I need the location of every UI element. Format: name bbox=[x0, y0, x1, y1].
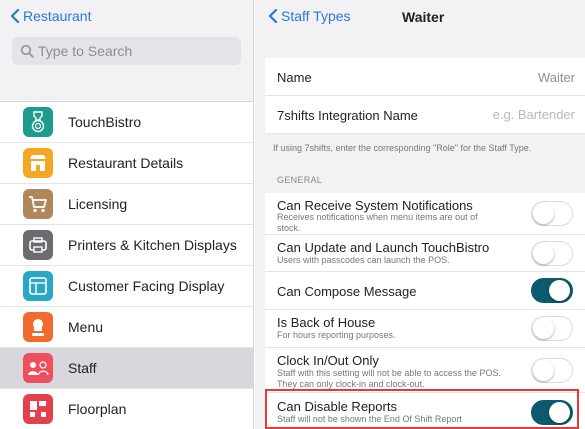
printer-icon bbox=[23, 230, 53, 260]
sidebar-item-customer-facing-display[interactable]: Customer Facing Display bbox=[0, 266, 253, 307]
name-group: Name Waiter 7shifts Integration Name bbox=[265, 58, 585, 134]
sidebar-item-restaurant-details[interactable]: Restaurant Details bbox=[0, 143, 253, 184]
setting-label: Can Disable Reports bbox=[277, 399, 397, 414]
right-pane: Staff Types Waiter Name Waiter 7shifts I… bbox=[255, 0, 585, 429]
back-label: Staff Types bbox=[281, 8, 351, 24]
toggle-update-launch[interactable] bbox=[531, 241, 573, 266]
setting-row-disable-reports: Can Disable Reports Staff will not be sh… bbox=[265, 393, 585, 429]
setting-label: Can Compose Message bbox=[277, 284, 417, 299]
toggle-compose-message[interactable] bbox=[531, 278, 573, 303]
sidebar-item-label: Restaurant Details bbox=[68, 155, 184, 171]
name-value[interactable]: Waiter bbox=[538, 70, 575, 85]
setting-row-system-notifications: Can Receive System Notifications Receive… bbox=[265, 193, 585, 235]
sidebar-item-label: Licensing bbox=[68, 196, 128, 212]
search-input[interactable] bbox=[38, 43, 238, 59]
right-nav-bar: Staff Types Waiter bbox=[255, 0, 585, 36]
setting-row-compose-message: Can Compose Message bbox=[265, 272, 585, 310]
display-icon bbox=[23, 271, 53, 301]
setting-description: For hours reporting purposes. bbox=[277, 330, 396, 340]
sidebar-item-licensing[interactable]: Licensing bbox=[0, 184, 253, 225]
setting-row-update-launch: Can Update and Launch TouchBistro Users … bbox=[265, 235, 585, 272]
sidebar-item-staff[interactable]: Staff bbox=[0, 348, 253, 389]
setting-row-back-of-house: Is Back of House For hours reporting pur… bbox=[265, 310, 585, 348]
setting-label: Can Update and Launch TouchBistro bbox=[277, 240, 490, 255]
setting-label: Can Receive System Notifications bbox=[277, 198, 473, 213]
toggle-clock-in-out[interactable] bbox=[531, 358, 573, 383]
setting-label: Clock In/Out Only bbox=[277, 353, 379, 368]
store-icon bbox=[23, 148, 53, 178]
search-bar[interactable] bbox=[12, 37, 241, 65]
left-nav-bar: Restaurant bbox=[0, 0, 253, 36]
left-pane: Restaurant TouchBistro Restaurant Detail… bbox=[0, 0, 254, 429]
sidebar-item-touchbistro[interactable]: TouchBistro bbox=[0, 102, 253, 143]
integration-row[interactable]: 7shifts Integration Name bbox=[265, 96, 585, 134]
chef-icon bbox=[23, 312, 53, 342]
chevron-left-icon bbox=[268, 9, 278, 23]
staff-icon bbox=[23, 353, 53, 383]
setting-description: Users with passcodes can launch the POS. bbox=[277, 255, 450, 265]
sidebar-item-label: Customer Facing Display bbox=[68, 278, 225, 294]
toggle-back-of-house[interactable] bbox=[531, 316, 573, 341]
general-settings-group: Can Receive System Notifications Receive… bbox=[265, 193, 585, 429]
setting-description: Staff with this setting will not be able… bbox=[277, 368, 501, 389]
sidebar-item-label: Floorplan bbox=[68, 401, 127, 417]
setting-description: Receives notifications when menu items a… bbox=[277, 212, 478, 233]
cart-icon bbox=[23, 189, 53, 219]
toggle-disable-reports[interactable] bbox=[531, 400, 573, 425]
setting-description: Staff will not be shown the End Of Shift… bbox=[277, 414, 462, 424]
touchbistro-logo-icon bbox=[23, 107, 53, 137]
settings-menu-list: TouchBistro Restaurant Details Licensing… bbox=[0, 101, 253, 429]
page-title: Waiter bbox=[402, 9, 445, 25]
section-header-general: GENERAL bbox=[277, 175, 323, 185]
sidebar-item-label: Menu bbox=[68, 319, 104, 335]
setting-label: Is Back of House bbox=[277, 315, 376, 330]
name-label: Name bbox=[277, 70, 312, 85]
back-to-restaurant-button[interactable]: Restaurant bbox=[10, 8, 91, 24]
integration-note: If using 7shifts, enter the correspondin… bbox=[273, 143, 532, 153]
search-icon bbox=[20, 44, 34, 58]
setting-row-clock-in-out: Clock In/Out Only Staff with this settin… bbox=[265, 348, 585, 393]
sidebar-item-label: Staff bbox=[68, 360, 97, 376]
sidebar-item-floorplan[interactable]: Floorplan bbox=[0, 389, 253, 429]
sidebar-item-label: Printers & Kitchen Displays bbox=[68, 237, 237, 253]
integration-name-input[interactable] bbox=[425, 107, 575, 122]
sidebar-item-menu[interactable]: Menu bbox=[0, 307, 253, 348]
name-row[interactable]: Name Waiter bbox=[265, 58, 585, 96]
toggle-system-notifications[interactable] bbox=[531, 201, 573, 226]
back-to-staff-types-button[interactable]: Staff Types bbox=[268, 8, 351, 24]
sidebar-item-label: TouchBistro bbox=[68, 114, 142, 130]
chevron-left-icon bbox=[10, 9, 20, 23]
sidebar-item-printers-kitchen-displays[interactable]: Printers & Kitchen Displays bbox=[0, 225, 253, 266]
floorplan-icon bbox=[23, 394, 53, 424]
back-label: Restaurant bbox=[23, 8, 92, 24]
integration-label: 7shifts Integration Name bbox=[277, 108, 418, 123]
